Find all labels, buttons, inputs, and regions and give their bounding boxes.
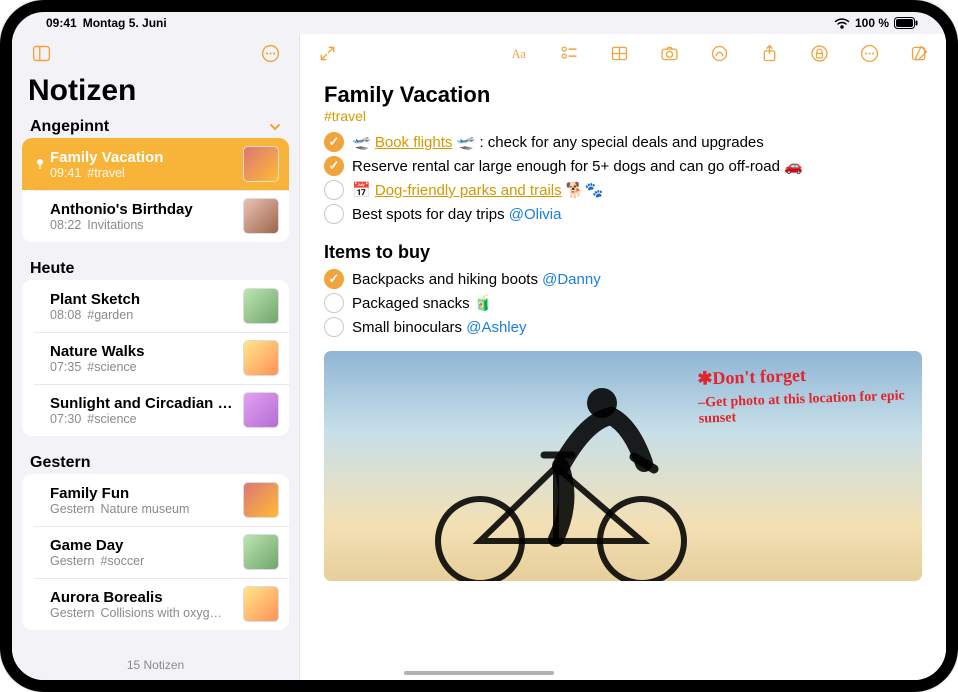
wifi-icon bbox=[834, 17, 850, 29]
mention[interactable]: @Danny bbox=[542, 271, 601, 288]
mention[interactable]: @Olivia bbox=[509, 206, 562, 223]
checkbox-icon[interactable] bbox=[324, 317, 344, 337]
status-time: 09:41 bbox=[46, 16, 77, 30]
note-item[interactable]: Game Day Gestern#soccer bbox=[22, 526, 289, 578]
note-title: Plant Sketch bbox=[50, 291, 235, 308]
note-item-anthonios-birthday[interactable]: Anthonio's Birthday 08:22Invitations bbox=[22, 190, 289, 242]
checklist-row[interactable]: Small binoculars @Ashley bbox=[324, 315, 922, 339]
note-thumbnail bbox=[243, 340, 279, 376]
camera-button[interactable] bbox=[654, 38, 684, 68]
note-item[interactable]: Plant Sketch 08:08#garden bbox=[22, 280, 289, 332]
detail-more-button[interactable] bbox=[854, 38, 884, 68]
note-item[interactable]: Sunlight and Circadian Rhy… 07:30#scienc… bbox=[22, 384, 289, 436]
section-header-yesterday[interactable]: Gestern bbox=[22, 450, 289, 474]
link[interactable]: Dog-friendly parks and trails bbox=[375, 182, 562, 199]
compose-icon bbox=[909, 43, 930, 64]
battery-icon bbox=[894, 17, 918, 29]
note-title: Nature Walks bbox=[50, 343, 235, 360]
status-right: 100 % bbox=[834, 16, 918, 30]
text-format-icon: Aa bbox=[509, 43, 530, 64]
toggle-sidebar-button[interactable] bbox=[26, 38, 56, 68]
checkbox-icon[interactable] bbox=[324, 132, 344, 152]
section-header-pinned[interactable]: Angepinnt bbox=[22, 114, 289, 138]
lock-circle-icon bbox=[809, 43, 830, 64]
markup-button[interactable] bbox=[704, 38, 734, 68]
sidebar-icon bbox=[31, 43, 52, 64]
link[interactable]: Book flights bbox=[375, 134, 453, 151]
checkbox-icon[interactable] bbox=[324, 156, 344, 176]
checkbox-icon[interactable] bbox=[324, 204, 344, 224]
chevron-down-icon bbox=[267, 119, 283, 135]
sidebar-footer-count: 15 Notizen bbox=[12, 658, 299, 672]
handwriting-annotation: ✱Don't forget –Get photo at this locatio… bbox=[697, 361, 909, 427]
note-thumbnail bbox=[243, 482, 279, 518]
status-date: Montag 5. Juni bbox=[83, 16, 167, 30]
checkbox-icon[interactable] bbox=[324, 269, 344, 289]
note-item[interactable]: Family Fun GesternNature museum bbox=[22, 474, 289, 526]
note-detail: Aa bbox=[300, 34, 946, 680]
note-thumbnail bbox=[243, 392, 279, 428]
checkbox-icon[interactable] bbox=[324, 293, 344, 313]
ellipsis-circle-icon bbox=[859, 43, 880, 64]
note-item[interactable]: Aurora Borealis GesternCollisions with o… bbox=[22, 578, 289, 630]
expand-icon bbox=[317, 43, 338, 64]
note-thumbnail bbox=[243, 288, 279, 324]
note-item[interactable]: Nature Walks 07:35#science bbox=[22, 332, 289, 384]
section-header-today[interactable]: Heute bbox=[22, 256, 289, 280]
markup-icon bbox=[709, 43, 730, 64]
sidebar-title: Notizen bbox=[12, 72, 299, 114]
note-title: Game Day bbox=[50, 537, 235, 554]
mention[interactable]: @Ashley bbox=[466, 319, 526, 336]
lock-button[interactable] bbox=[804, 38, 834, 68]
cyclist-silhouette-icon bbox=[396, 371, 726, 581]
checkbox-icon[interactable] bbox=[324, 180, 344, 200]
note-title: Family Vacation bbox=[50, 149, 235, 166]
table-button[interactable] bbox=[604, 38, 634, 68]
sidebar: Notizen Angepinnt Family Vacation 09:41#… bbox=[12, 34, 300, 680]
note-thumbnail bbox=[243, 146, 279, 182]
note-item-family-vacation[interactable]: Family Vacation 09:41#travel bbox=[22, 138, 289, 190]
camera-icon bbox=[659, 43, 680, 64]
note-heading: Family Vacation bbox=[324, 82, 922, 108]
pin-icon bbox=[34, 158, 46, 170]
checklist-row[interactable]: 🛫 Book flights 🛫 : check for any special… bbox=[324, 130, 922, 154]
checklist-icon bbox=[559, 43, 580, 64]
note-body[interactable]: Family Vacation #travel 🛫 Book flights 🛫… bbox=[300, 72, 946, 680]
ellipsis-circle-icon bbox=[260, 43, 281, 64]
checklist-row[interactable]: Packaged snacks 🧃 bbox=[324, 291, 922, 315]
more-button[interactable] bbox=[255, 38, 285, 68]
checklist-button[interactable] bbox=[554, 38, 584, 68]
checklist-row[interactable]: Best spots for day trips @Olivia bbox=[324, 202, 922, 226]
note-title: Anthonio's Birthday bbox=[50, 201, 235, 218]
text-format-button[interactable]: Aa bbox=[504, 38, 534, 68]
status-bar: 09:41 Montag 5. Juni 100 % bbox=[12, 12, 946, 34]
note-thumbnail bbox=[243, 198, 279, 234]
svg-text:Aa: Aa bbox=[511, 46, 526, 60]
checklist-row[interactable]: Backpacks and hiking boots @Danny bbox=[324, 267, 922, 291]
table-icon bbox=[609, 43, 630, 64]
expand-button[interactable] bbox=[312, 38, 342, 68]
share-icon bbox=[759, 43, 780, 64]
compose-button[interactable] bbox=[904, 38, 934, 68]
note-image[interactable]: ✱Don't forget –Get photo at this locatio… bbox=[324, 351, 922, 581]
note-tag[interactable]: #travel bbox=[324, 108, 922, 124]
note-thumbnail bbox=[243, 534, 279, 570]
home-indicator[interactable] bbox=[404, 671, 554, 675]
checklist-row[interactable]: Reserve rental car large enough for 5+ d… bbox=[324, 154, 922, 178]
status-battery-pct: 100 % bbox=[855, 16, 889, 30]
note-title: Sunlight and Circadian Rhy… bbox=[50, 395, 235, 412]
share-button[interactable] bbox=[754, 38, 784, 68]
note-title: Family Fun bbox=[50, 485, 235, 502]
checklist-row[interactable]: 📅 Dog-friendly parks and trails 🐕🐾 bbox=[324, 178, 922, 202]
note-title: Aurora Borealis bbox=[50, 589, 235, 606]
note-subheading: Items to buy bbox=[324, 242, 922, 263]
note-thumbnail bbox=[243, 586, 279, 622]
